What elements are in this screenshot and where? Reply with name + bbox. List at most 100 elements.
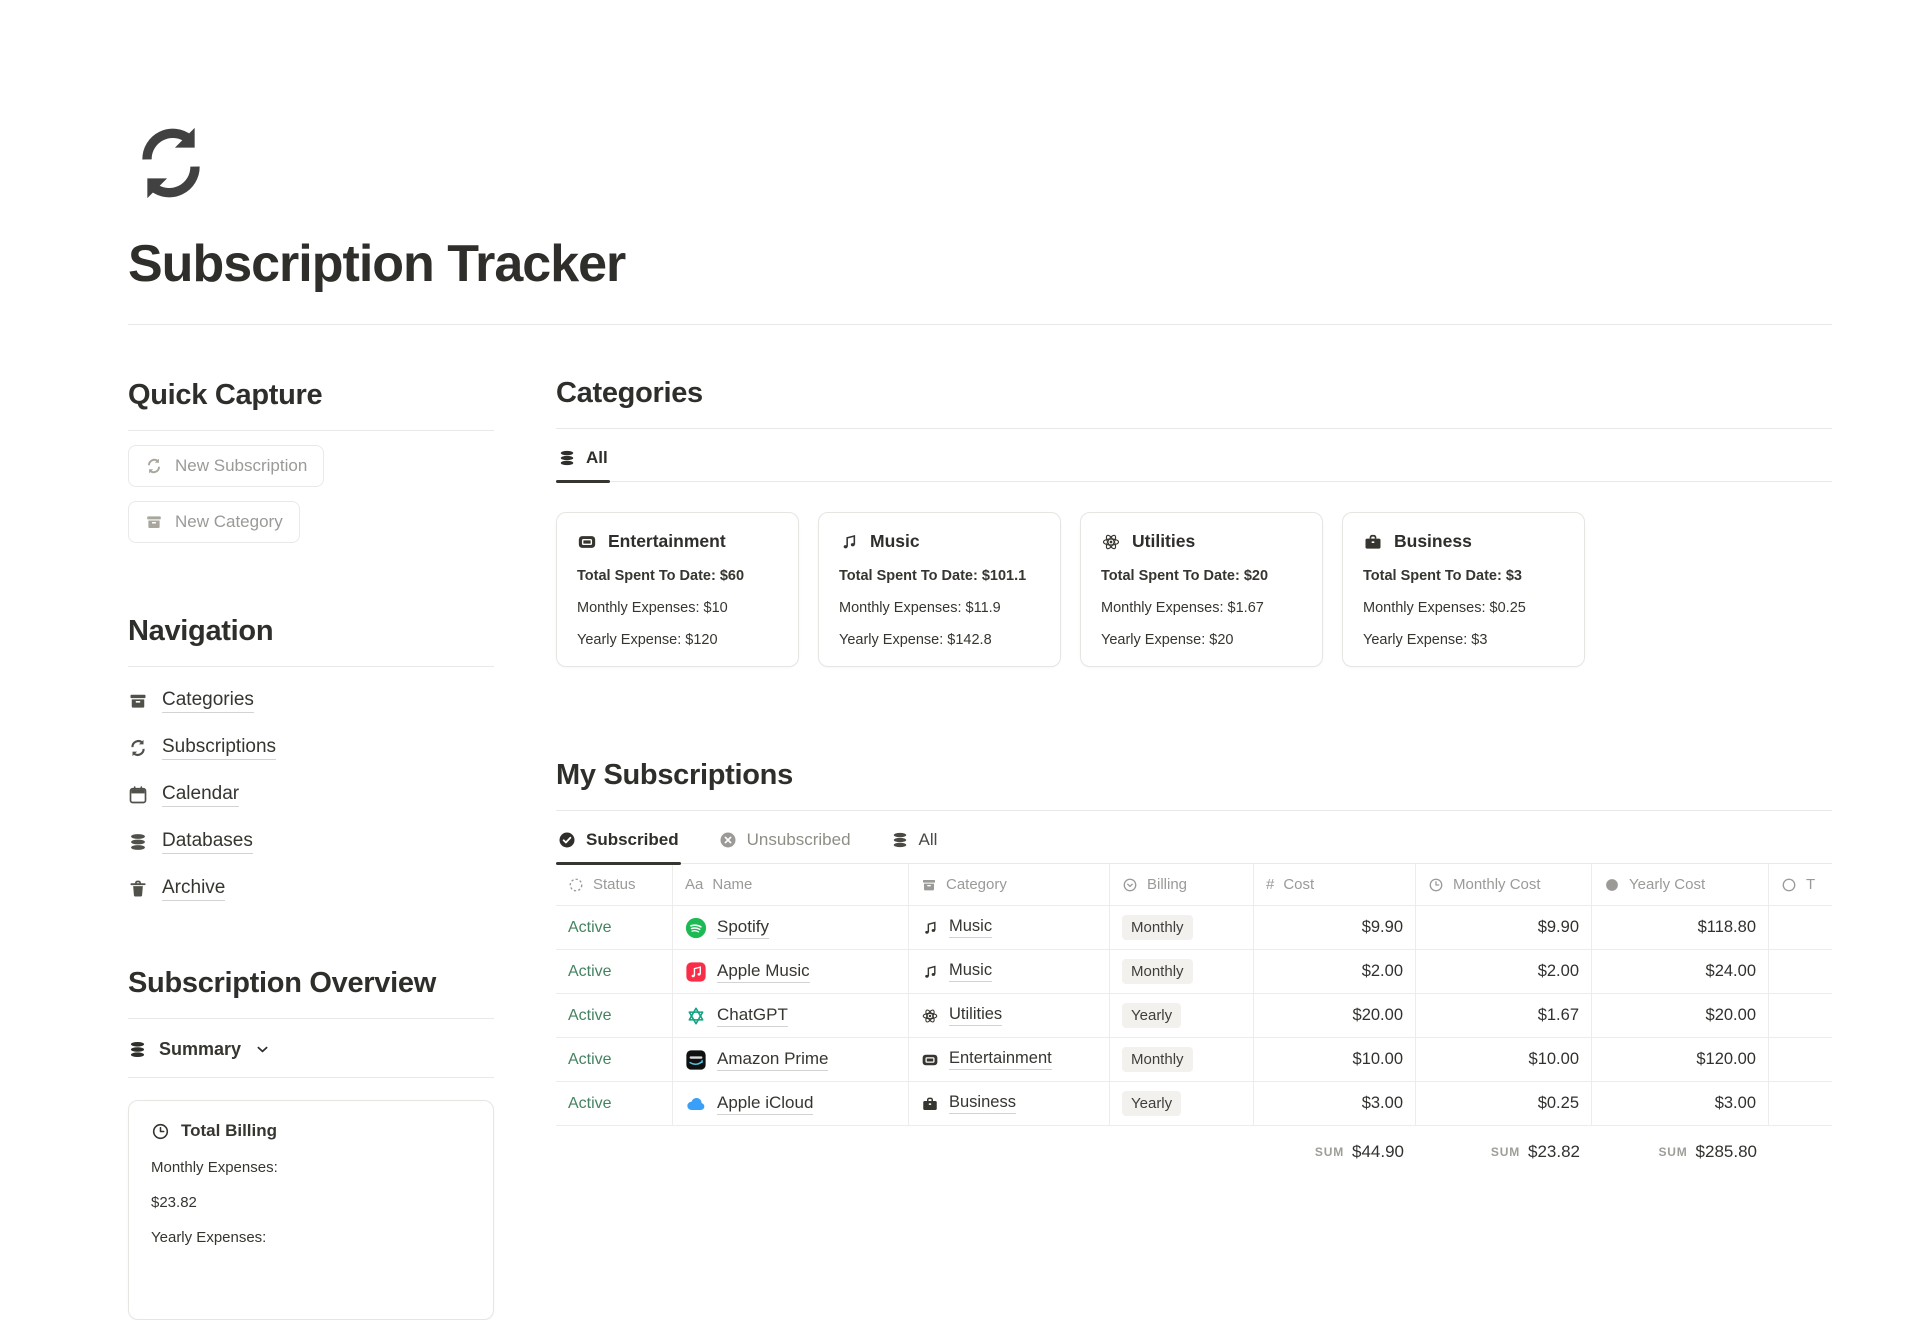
monthly-cost-cell[interactable]: $9.90 [1416,906,1592,949]
nav-link-categories[interactable]: Categories [128,689,254,713]
column-header-cost[interactable]: # Cost [1254,864,1416,905]
table-sum-row: SUM $44.90 SUM $23.82 SUM $285.80 [556,1126,1832,1178]
status-cell[interactable]: Active [556,994,673,1037]
cost-cell[interactable]: $3.00 [1254,1082,1416,1125]
partial-cell[interactable] [1769,994,1832,1037]
summary-view-selector[interactable]: Summary [128,1019,272,1077]
page-title: Subscription Tracker [128,234,1832,294]
tab-all-subscriptions[interactable]: All [889,815,940,863]
partial-cell[interactable] [1769,1082,1832,1125]
nav-link-archive[interactable]: Archive [128,877,225,901]
category-cell[interactable]: Utilities [909,994,1110,1037]
navigation-heading: Navigation [128,615,494,648]
nav-link-calendar[interactable]: Calendar [128,783,239,807]
sum-monthly-cost[interactable]: SUM $23.82 [1416,1126,1592,1178]
column-header-category[interactable]: Category [909,864,1110,905]
yearly-cost-cell[interactable]: $24.00 [1592,950,1769,993]
atom-icon [921,1007,939,1025]
status-cell[interactable]: Active [556,1038,673,1081]
monthly-cost-cell[interactable]: $2.00 [1416,950,1592,993]
column-header-partial[interactable]: T [1769,864,1832,905]
column-header-name[interactable]: Aa Name [673,864,909,905]
billing-cell[interactable]: Monthly [1110,906,1254,949]
spotify-icon [685,917,707,939]
yearly-expenses-label: Yearly Expenses: [151,1229,471,1246]
cost-cell[interactable]: $10.00 [1254,1038,1416,1081]
subscriptions-table: Status Aa Name Category [556,864,1832,1178]
archive-box-icon [145,513,163,531]
sum-yearly-cost[interactable]: SUM $285.80 [1592,1126,1769,1178]
nav-link-label: Databases [162,830,253,854]
tab-all-categories[interactable]: All [556,433,610,481]
category-yearly-line: Yearly Expense: $20 [1101,632,1302,648]
status-cell[interactable]: Active [556,906,673,949]
apple-music-icon [685,961,707,983]
column-header-monthly-cost[interactable]: Monthly Cost [1416,864,1592,905]
column-header-status[interactable]: Status [556,864,673,905]
cost-cell[interactable]: $20.00 [1254,994,1416,1037]
billing-cell[interactable]: Yearly [1110,994,1254,1037]
summary-view-label: Summary [159,1039,241,1060]
category-card-business[interactable]: Business Total Spent To Date: $3 Monthly… [1342,512,1585,667]
yearly-cost-cell[interactable]: $120.00 [1592,1038,1769,1081]
category-total-line: Total Spent To Date: $3 [1363,568,1564,584]
category-card-utilities[interactable]: Utilities Total Spent To Date: $20 Month… [1080,512,1323,667]
new-category-button[interactable]: New Category [128,501,300,543]
category-cell[interactable]: Music [909,906,1110,949]
database-icon [128,832,148,852]
nav-link-label: Archive [162,877,225,901]
monthly-cost-cell[interactable]: $0.25 [1416,1082,1592,1125]
category-cell[interactable]: Business [909,1082,1110,1125]
page-icon-sync[interactable] [128,0,214,206]
tab-subscribed[interactable]: Subscribed [556,815,681,863]
category-total-line: Total Spent To Date: $60 [577,568,778,584]
column-header-yearly-cost[interactable]: Yearly Cost [1592,864,1769,905]
category-card-entertainment[interactable]: Entertainment Total Spent To Date: $60 M… [556,512,799,667]
yearly-cost-cell[interactable]: $118.80 [1592,906,1769,949]
total-billing-card: Total Billing Monthly Expenses: $23.82 Y… [128,1100,494,1320]
nav-link-databases[interactable]: Databases [128,830,253,854]
column-header-billing[interactable]: Billing [1110,864,1254,905]
category-card-name: Music [870,531,920,552]
table-row-chatgpt: Active ChatGPT Utilities Yearly $20.00 [556,994,1832,1038]
nav-link-label: Categories [162,689,254,713]
name-cell[interactable]: Spotify [673,906,909,949]
cost-cell[interactable]: $9.90 [1254,906,1416,949]
quick-capture-heading: Quick Capture [128,379,494,412]
new-subscription-label: New Subscription [175,456,307,476]
yearly-cost-cell[interactable]: $20.00 [1592,994,1769,1037]
yearly-cost-cell[interactable]: $3.00 [1592,1082,1769,1125]
tab-unsubscribed[interactable]: Unsubscribed [717,815,853,863]
filled-circle-icon [1604,877,1620,893]
table-row-apple-music: Active Apple Music Music Monthly $2.00 [556,950,1832,994]
nav-link-subscriptions[interactable]: Subscriptions [128,736,276,760]
name-cell[interactable]: Amazon Prime [673,1038,909,1081]
billing-cell[interactable]: Monthly [1110,950,1254,993]
status-cell[interactable]: Active [556,950,673,993]
monthly-cost-cell[interactable]: $10.00 [1416,1038,1592,1081]
name-cell[interactable]: ChatGPT [673,994,909,1037]
category-cell[interactable]: Music [909,950,1110,993]
name-cell[interactable]: Apple iCloud [673,1082,909,1125]
partial-cell[interactable] [1769,906,1832,949]
nav-link-label: Calendar [162,783,239,807]
cost-cell[interactable]: $2.00 [1254,950,1416,993]
partial-cell[interactable] [1769,1038,1832,1081]
chatgpt-icon [685,1005,707,1027]
database-icon [128,1040,147,1059]
sum-cost[interactable]: SUM $44.90 [1254,1126,1416,1178]
monthly-cost-cell[interactable]: $1.67 [1416,994,1592,1037]
category-cell[interactable]: Entertainment [909,1038,1110,1081]
partial-cell[interactable] [1769,950,1832,993]
subscriptions-table-clip: Status Aa Name Category [556,864,1832,1178]
category-card-music[interactable]: Music Total Spent To Date: $101.1 Monthl… [818,512,1061,667]
my-subscriptions-heading: My Subscriptions [556,759,1832,792]
name-cell[interactable]: Apple Music [673,950,909,993]
status-cell[interactable]: Active [556,1082,673,1125]
billing-cell[interactable]: Yearly [1110,1082,1254,1125]
music-note-icon [921,919,939,937]
music-note-icon [839,532,859,552]
check-circle-icon [558,831,576,849]
new-subscription-button[interactable]: New Subscription [128,445,324,487]
billing-cell[interactable]: Monthly [1110,1038,1254,1081]
